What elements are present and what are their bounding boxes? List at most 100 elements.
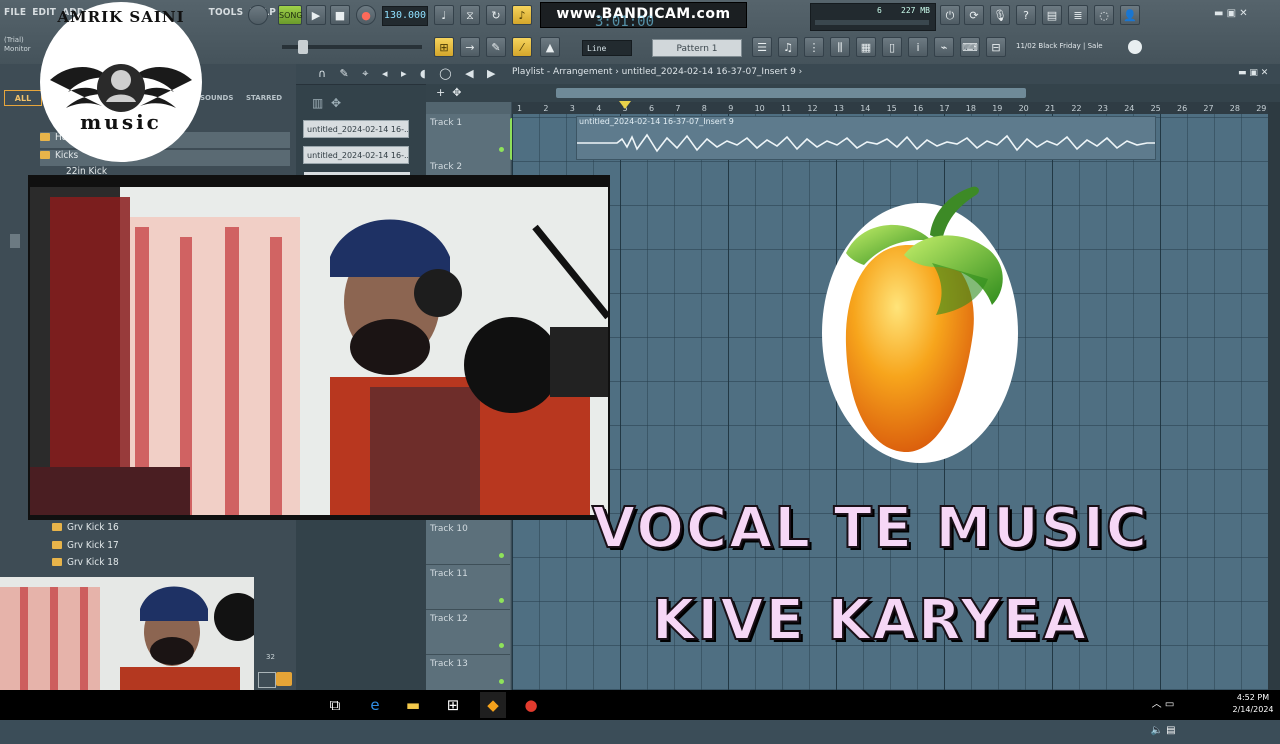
metronome-button[interactable]: ♩	[434, 5, 454, 25]
pattern-item[interactable]: untitled_2024-02-14 16-...	[303, 120, 409, 138]
browser-item-kicks[interactable]: Kicks	[40, 150, 290, 166]
play-icon: ▶	[311, 9, 321, 22]
ruler-number: 18	[965, 104, 976, 113]
ruler-number: 22	[1071, 104, 1082, 113]
browser-tab-starred[interactable]: STARRED	[246, 94, 282, 102]
taskbar-clock[interactable]: 4:52 PM 2/14/2024	[1226, 692, 1280, 716]
plugin-tool[interactable]: ▲	[540, 37, 560, 57]
track-header[interactable]: Track 13	[426, 655, 510, 691]
snap-button[interactable]: ⊞	[434, 37, 454, 57]
clock-date: 2/14/2024	[1232, 705, 1274, 714]
plugin-icon: ▲	[545, 41, 555, 54]
track-mute-led[interactable]	[499, 643, 504, 648]
tray-icons[interactable]: ︿ ▭ 🔈 ▤	[1150, 692, 1176, 736]
online-button[interactable]: ⏻	[940, 5, 960, 25]
menu-file[interactable]: FILE	[4, 7, 26, 23]
ruler-number: 6	[649, 104, 655, 113]
fl-studio-taskbar-icon[interactable]: ◆	[480, 692, 506, 718]
track-mute-led[interactable]	[499, 679, 504, 684]
record-button[interactable]: ●	[356, 5, 376, 25]
playlist-vertical-scrollbar[interactable]	[1268, 102, 1280, 690]
browser-button[interactable]: ▦	[856, 37, 876, 57]
snap-mode-select[interactable]: Line	[582, 40, 632, 56]
file-explorer-icon[interactable]: ▬	[400, 692, 426, 718]
track-header[interactable]: Track 11	[426, 565, 510, 610]
task-view-icon[interactable]: ⧉	[322, 692, 348, 718]
account-button[interactable]: 👤	[1120, 5, 1140, 25]
play-button[interactable]: ▶	[306, 5, 326, 25]
sync-button[interactable]: ⟳	[964, 5, 984, 25]
step-edit-button[interactable]: ♪	[512, 5, 532, 25]
playlist-horizontal-scroll[interactable]	[556, 88, 1026, 98]
ruler-number: 9	[728, 104, 734, 113]
folder-open-icon[interactable]	[258, 672, 276, 688]
ruler-number: 20	[1018, 104, 1029, 113]
piano-roll-button[interactable]: ♫	[778, 37, 798, 57]
edge-icon[interactable]: e	[362, 692, 388, 718]
audio-clip[interactable]: untitled_2024-02-14 16-37-07_Insert 9	[576, 116, 1156, 160]
search-icon[interactable]	[276, 672, 292, 686]
track-header[interactable]: Track 12	[426, 610, 510, 655]
playlist-window-controls[interactable]: ▬ ▣ ✕	[1238, 68, 1268, 78]
browser-footer-value: 32	[266, 653, 275, 661]
track-mute-led[interactable]	[499, 598, 504, 603]
browser-item-grv-kick-17[interactable]: Grv Kick 17	[52, 540, 119, 556]
bandicam-taskbar-icon[interactable]: ●	[518, 692, 544, 718]
playhead-marker-icon[interactable]	[619, 101, 631, 109]
pattern-song-toggle[interactable]: SONG	[278, 5, 303, 25]
power-icon: ⏻	[945, 9, 955, 22]
mixer-window-button[interactable]: ⫼	[830, 37, 850, 57]
pattern-select[interactable]: Pattern 1	[652, 39, 742, 57]
pencil-tool[interactable]: ✎	[486, 37, 506, 57]
channel-rack-button[interactable]: ⋮	[804, 37, 824, 57]
countdown-button[interactable]: ↻	[486, 5, 506, 25]
browser-scroll-arrow-icon[interactable]	[10, 234, 20, 248]
misc-button[interactable]: ⊟	[986, 37, 1006, 57]
stop-icon: ■	[334, 9, 346, 22]
info-button[interactable]: i	[908, 37, 928, 57]
slider-handle[interactable]	[298, 40, 308, 54]
store-icon[interactable]: ⊞	[440, 692, 466, 718]
pattern-item[interactable]: untitled_2024-02-14 16-...	[303, 146, 409, 164]
plugin-picker-button[interactable]: ⌁	[934, 37, 954, 57]
chat-button[interactable]: ◌	[1094, 5, 1114, 25]
ruler-number: 7	[675, 104, 681, 113]
save-button[interactable]: ▤	[1042, 5, 1062, 25]
master-volume-knob[interactable]	[248, 5, 268, 25]
mic-button[interactable]: 🎙	[990, 5, 1010, 25]
windows-taskbar	[0, 690, 1280, 720]
arrow-tool[interactable]: →	[460, 37, 480, 57]
help-button[interactable]: ?	[1016, 5, 1036, 25]
folder-icon	[40, 151, 50, 159]
stop-button[interactable]: ■	[330, 5, 350, 25]
playlist-tool-icons[interactable]: ∩ ✎ ⌖ ◂ ▸ ◖ ◯ ◀ ▶	[318, 67, 501, 81]
ruler-number: 26	[1177, 104, 1188, 113]
browser-tab-all[interactable]: ALL	[4, 90, 42, 106]
cpu-meter	[815, 20, 929, 25]
touch-keyboard-button[interactable]: ⌨	[960, 37, 980, 57]
browser-item-grv-kick-16[interactable]: Grv Kick 16	[52, 522, 119, 538]
brush-tool[interactable]: ⁄	[512, 37, 532, 57]
window-controls[interactable]: ▬ ▣ ✕	[1214, 8, 1248, 19]
add-track-icon[interactable]: + ✥	[436, 86, 461, 99]
mixer-button[interactable]: ≣	[1068, 5, 1088, 25]
browser-item-grv-kick-18[interactable]: Grv Kick 18	[52, 557, 119, 573]
wait-icon: ⧖	[466, 9, 474, 22]
news-arrow-icon[interactable]	[1128, 40, 1142, 54]
track-header[interactable]: Track 10	[426, 520, 510, 565]
menu-tools[interactable]: TOOLS	[209, 7, 244, 23]
ruler-number: 8	[701, 104, 707, 113]
playlist-button[interactable]: ☰	[752, 37, 772, 57]
wait-button[interactable]: ⧖	[460, 5, 480, 25]
file-button[interactable]: ▯	[882, 37, 902, 57]
ruler-number: 25	[1150, 104, 1161, 113]
picker-icons[interactable]: ▥ ✥	[312, 96, 341, 110]
track-header[interactable]: Track 1	[426, 114, 510, 159]
track-mute-led[interactable]	[499, 553, 504, 558]
trial-label: (Trial) Monitor	[4, 36, 31, 54]
news-ticker[interactable]: 11/02 Black Friday | Sale	[1016, 42, 1103, 50]
tempo-display[interactable]: 130.000	[382, 6, 428, 26]
logo-bottom-text: music	[80, 110, 162, 134]
browser-tab-sounds[interactable]: SOUNDS	[200, 94, 233, 102]
track-mute-led[interactable]	[499, 147, 504, 152]
